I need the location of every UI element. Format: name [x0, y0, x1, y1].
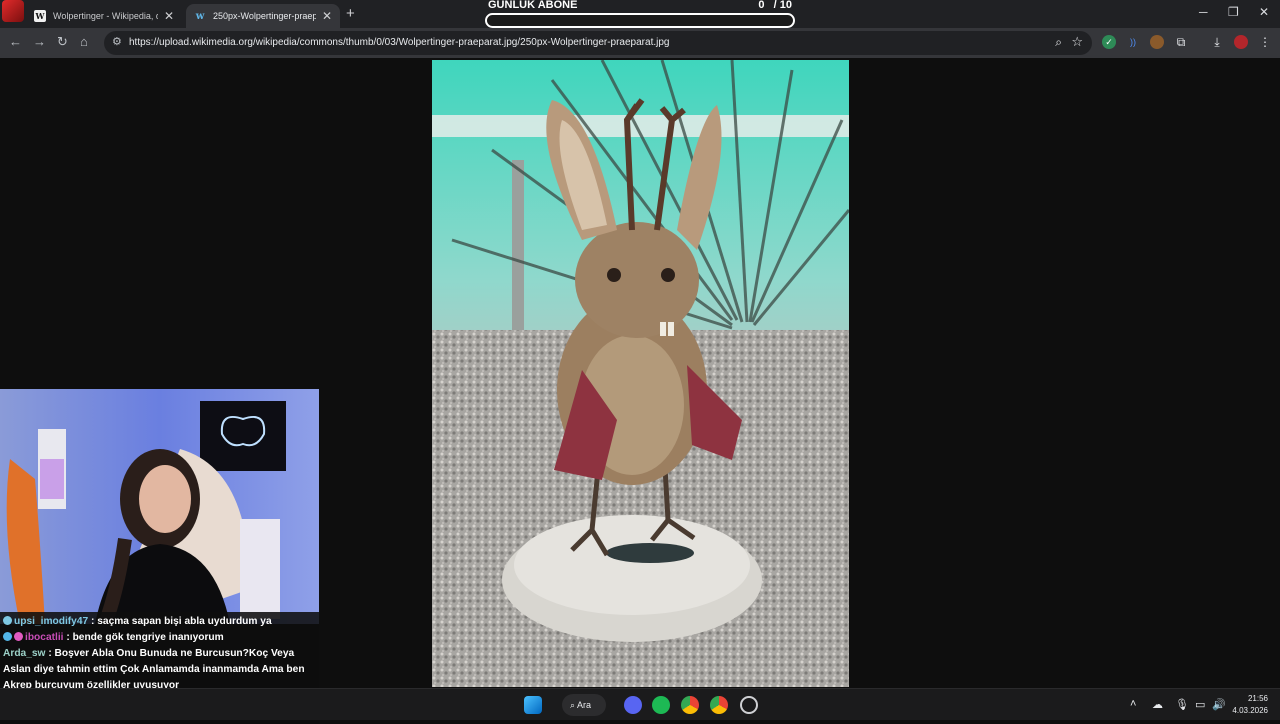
forward-icon[interactable]: → [33, 34, 46, 49]
chat-message: ibocatlii : bende gök tengriye inanıyoru… [3, 630, 316, 646]
system-clock[interactable]: 21:56 4.03.2026 [1232, 693, 1268, 717]
chat-text: : Boşver Abla Onu Bunuda ne Burcusun?Koç… [3, 648, 305, 691]
tab-title: Wolpertinger - Wikipedia, den f [53, 11, 158, 21]
zoom-icon[interactable]: ⌕ [1055, 35, 1062, 50]
extensions-puzzle-icon[interactable]: ⧉ [1174, 35, 1188, 49]
wolpertinger-photo[interactable] [432, 60, 849, 687]
goal-label: GÜNLÜK ABONE [488, 0, 578, 11]
chat-username: upsi_imodify47 [14, 616, 89, 627]
streamer-logo [2, 0, 24, 22]
wikipedia-icon: W [34, 10, 46, 22]
chat-username: Arda_sw [3, 648, 46, 659]
volume-icon[interactable]: 🔊 [1212, 698, 1226, 711]
close-icon[interactable]: ✕ [322, 9, 332, 23]
moon-badge-icon [3, 616, 12, 625]
shield-extension-icon[interactable]: ✓ [1102, 35, 1116, 49]
avatar-extension-icon[interactable] [1150, 35, 1164, 49]
tab-image[interactable]: w 250px-Wolpertinger-praeparat. ✕ [186, 4, 340, 28]
taskbar: ⌕ Ara ˄ ☁ 🎙 ▭ 🔊 21:56 4.03.2026 [0, 688, 1280, 720]
wikimedia-icon: w [195, 10, 205, 22]
clock-time: 21:56 [1247, 694, 1268, 703]
site-info-icon[interactable]: ⚙ [112, 35, 122, 48]
goal-progress-bar [485, 13, 795, 28]
audio-extension-icon[interactable]: )) [1126, 35, 1140, 49]
minimize-icon[interactable]: ─ [1199, 5, 1208, 19]
profile-avatar[interactable] [1234, 35, 1248, 49]
close-window-icon[interactable]: ✕ [1259, 5, 1269, 19]
chrome-active-icon[interactable] [710, 696, 728, 714]
tab-title: 250px-Wolpertinger-praeparat. [213, 11, 316, 21]
restore-icon[interactable]: ❐ [1228, 5, 1239, 19]
taskbar-search[interactable]: ⌕ Ara [562, 694, 606, 716]
browser-toolbar: ← → ↻ ⌂ ⚙ https://upload.wikimedia.org/w… [0, 28, 1280, 58]
search-label: Ara [577, 700, 592, 710]
subscriber-goal-overlay: GÜNLÜK ABONE 0 / 10 [484, 0, 796, 30]
tab-wikipedia[interactable]: W Wolpertinger - Wikipedia, den f ✕ [26, 4, 182, 28]
windows-start-icon[interactable] [524, 696, 542, 714]
app-icon[interactable] [740, 696, 758, 714]
back-icon[interactable]: ← [9, 34, 22, 49]
home-icon[interactable]: ⌂ [80, 34, 88, 49]
network-icon[interactable]: ▭ [1195, 698, 1205, 711]
url-text[interactable]: https://upload.wikimedia.org/wikipedia/c… [129, 37, 669, 48]
close-icon[interactable]: ✕ [164, 9, 174, 23]
chat-message: upsi_imodify47 : saçma sapan bişi abla u… [3, 614, 316, 630]
address-bar[interactable]: ⚙ https://upload.wikimedia.org/wikipedia… [104, 31, 1092, 55]
chat-username: ibocatlii [25, 632, 64, 643]
gem-badge-icon [3, 632, 12, 641]
moon-badge-icon [14, 632, 23, 641]
new-tab-button[interactable]: + [346, 5, 355, 22]
microphone-icon[interactable]: 🎙 [1175, 698, 1189, 711]
spotify-icon[interactable] [652, 696, 670, 714]
download-icon[interactable]: ⤓ [1210, 35, 1224, 49]
discord-icon[interactable] [624, 696, 642, 714]
chat-text: : bende gök tengriye inanıyorum [66, 632, 224, 643]
goal-count: 0 / 10 [758, 0, 792, 11]
reload-icon[interactable]: ↻ [57, 34, 68, 50]
webcam-feed [0, 389, 319, 624]
chat-message: Arda_sw : Boşver Abla Onu Bunuda ne Burc… [3, 646, 316, 694]
cloud-icon[interactable]: ☁ [1152, 698, 1163, 711]
chat-text: : saçma sapan bişi abla uydurdum ya [91, 616, 272, 627]
menu-kebab-icon[interactable]: ⋮ [1258, 35, 1272, 49]
chevron-up-icon[interactable]: ˄ [1130, 698, 1136, 710]
bookmark-star-icon[interactable]: ☆ [1071, 34, 1083, 50]
chrome-icon[interactable] [681, 696, 699, 714]
clock-date: 4.03.2026 [1232, 706, 1268, 715]
